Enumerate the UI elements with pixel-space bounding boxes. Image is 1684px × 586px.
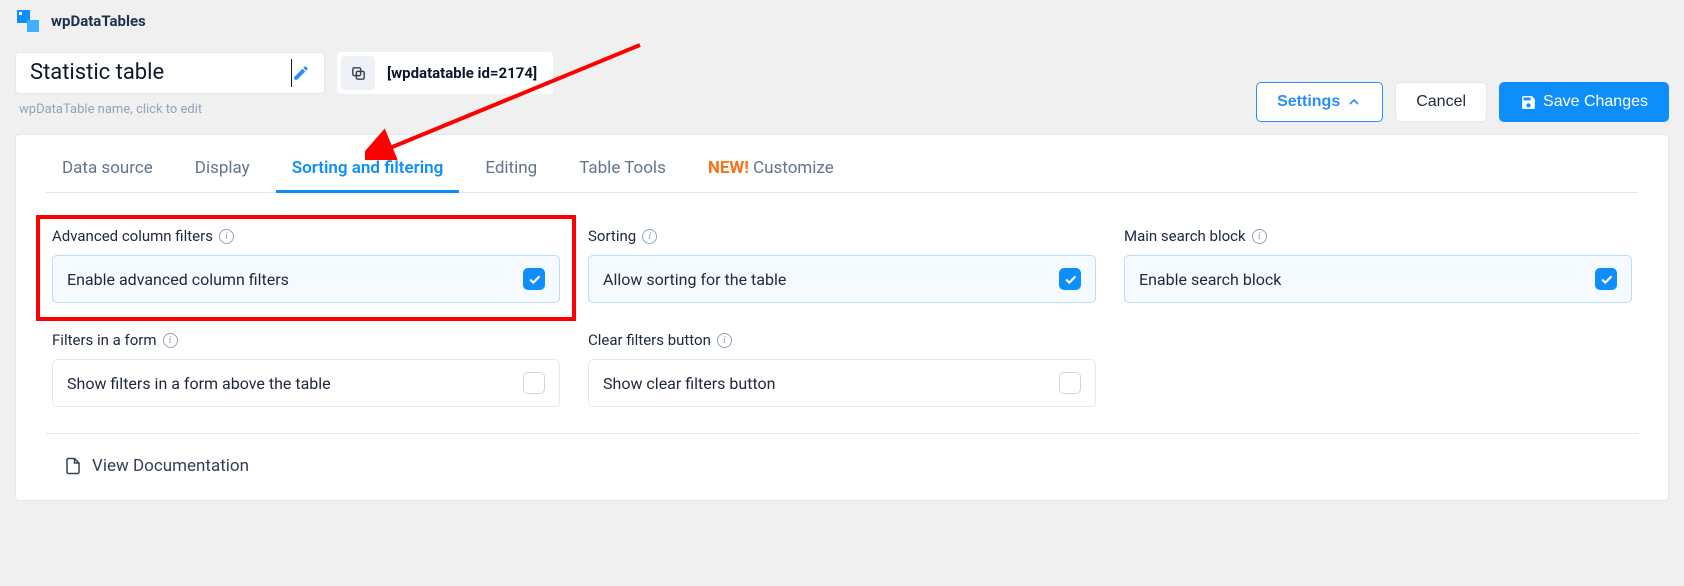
tab-sorting-filtering[interactable]: Sorting and filtering — [290, 150, 446, 192]
info-icon[interactable]: i — [642, 229, 657, 244]
info-icon[interactable]: i — [219, 229, 234, 244]
check-icon — [527, 272, 542, 287]
table-name-text: Statistic table — [30, 59, 292, 87]
label-text: Sorting — [588, 227, 636, 245]
option-text: Show filters in a form above the table — [67, 374, 331, 393]
chevron-up-icon — [1346, 94, 1362, 110]
check-icon — [1063, 272, 1078, 287]
tab-table-tools[interactable]: Table Tools — [577, 150, 668, 192]
toggle-clear-filters[interactable]: Show clear filters button — [588, 359, 1096, 407]
info-icon[interactable]: i — [1252, 229, 1267, 244]
tab-data-source[interactable]: Data source — [60, 150, 155, 192]
table-name-input[interactable]: Statistic table — [15, 52, 325, 94]
document-icon — [64, 457, 82, 475]
label-text: Clear filters button — [588, 331, 711, 349]
info-icon[interactable]: i — [717, 333, 732, 348]
save-button[interactable]: Save Changes — [1499, 82, 1669, 122]
field-filters-form: Filters in a form i Show filters in a fo… — [52, 331, 560, 407]
checkbox-advanced-filters[interactable] — [523, 268, 545, 290]
checkbox-search[interactable] — [1595, 268, 1617, 290]
shortcode-text[interactable]: [wpdatatable id=2174] — [375, 64, 553, 82]
option-text: Show clear filters button — [603, 374, 775, 393]
label-text: Filters in a form — [52, 331, 157, 349]
save-icon — [1520, 94, 1537, 111]
field-clear-filters: Clear filters button i Show clear filter… — [588, 331, 1096, 407]
field-label: Filters in a form i — [52, 331, 560, 349]
name-hint: wpDataTable name, click to edit — [19, 102, 321, 117]
field-label: Main search block i — [1124, 227, 1632, 245]
checkbox-clear-filters[interactable] — [1059, 372, 1081, 394]
cancel-button[interactable]: Cancel — [1395, 82, 1487, 122]
label-text: Advanced column filters — [52, 227, 213, 245]
field-advanced-filters: Advanced column filters i Enable advance… — [52, 227, 560, 303]
brand-name: wpDataTables — [51, 12, 146, 30]
brand-logo-icon — [15, 8, 41, 34]
toggle-search[interactable]: Enable search block — [1124, 255, 1632, 303]
annotation-highlight: Advanced column filters i Enable advance… — [36, 215, 576, 321]
tab-display[interactable]: Display — [193, 150, 252, 192]
shortcode-box: [wpdatatable id=2174] — [337, 52, 553, 94]
brand-row: wpDataTables — [15, 8, 1669, 34]
tabs: Data source Display Sorting and filterin… — [46, 140, 1638, 193]
field-sorting: Sorting i Allow sorting for the table — [588, 227, 1096, 303]
header: Statistic table wpDataTable name, click … — [15, 52, 1669, 122]
settings-grid: Advanced column filters i Enable advance… — [46, 193, 1638, 434]
tab-customize[interactable]: NEW! Customize — [706, 150, 836, 192]
option-text: Enable search block — [1139, 270, 1281, 289]
check-icon — [1599, 272, 1614, 287]
toggle-filters-form[interactable]: Show filters in a form above the table — [52, 359, 560, 407]
settings-panel: Data source Display Sorting and filterin… — [15, 134, 1669, 501]
toggle-sorting[interactable]: Allow sorting for the table — [588, 255, 1096, 303]
field-label: Advanced column filters i — [52, 227, 560, 245]
tab-editing[interactable]: Editing — [483, 150, 539, 192]
copy-icon — [350, 65, 367, 82]
cancel-label: Cancel — [1416, 93, 1466, 111]
settings-label: Settings — [1277, 93, 1340, 111]
checkbox-filters-form[interactable] — [523, 372, 545, 394]
doc-link-label: View Documentation — [92, 456, 249, 476]
view-documentation-link[interactable]: View Documentation — [46, 434, 1638, 476]
field-label: Clear filters button i — [588, 331, 1096, 349]
save-label: Save Changes — [1543, 93, 1648, 111]
settings-button[interactable]: Settings — [1256, 82, 1383, 122]
copy-shortcode-button[interactable] — [341, 56, 375, 90]
field-search: Main search block i Enable search block — [1124, 227, 1632, 303]
option-text: Allow sorting for the table — [603, 270, 786, 289]
field-label: Sorting i — [588, 227, 1096, 245]
checkbox-sorting[interactable] — [1059, 268, 1081, 290]
label-text: Main search block — [1124, 227, 1246, 245]
toggle-advanced-filters[interactable]: Enable advanced column filters — [52, 255, 560, 303]
option-text: Enable advanced column filters — [67, 270, 289, 289]
customize-label: Customize — [753, 158, 834, 178]
new-badge: NEW! — [708, 158, 749, 178]
info-icon[interactable]: i — [163, 333, 178, 348]
pencil-icon — [292, 64, 310, 82]
